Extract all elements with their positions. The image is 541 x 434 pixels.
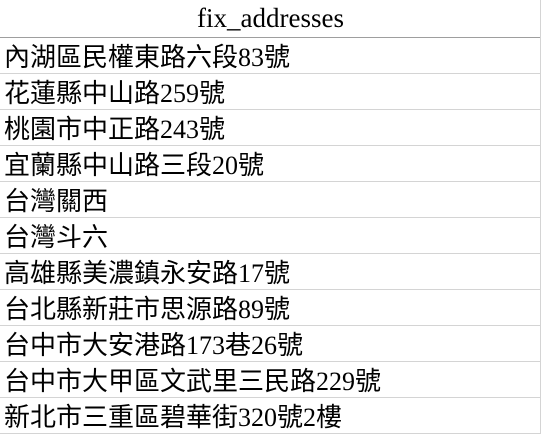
- cell-list: 內湖區民權東路六段83號 花蓮縣中山路259號 桃園市中正路243號 宜蘭縣中山…: [0, 38, 541, 434]
- cell[interactable]: 台灣斗六: [0, 218, 541, 254]
- cell-value: 花蓮縣中山路259號: [4, 79, 226, 108]
- cell[interactable]: 桃園市中正路243號: [0, 110, 541, 146]
- cell[interactable]: 宜蘭縣中山路三段20號: [0, 146, 541, 182]
- cell[interactable]: 台中市大安港路173巷26號: [0, 326, 541, 362]
- cell-value: 高雄縣美濃鎮永安路17號: [4, 259, 291, 288]
- cell[interactable]: 台灣關西: [0, 182, 541, 218]
- spreadsheet-column: fix_addresses 內湖區民權東路六段83號 花蓮縣中山路259號 桃園…: [0, 0, 541, 434]
- column-header-cell[interactable]: fix_addresses: [0, 0, 541, 38]
- cell-value: 桃園市中正路243號: [4, 115, 226, 144]
- cell-value: 內湖區民權東路六段83號: [4, 43, 291, 72]
- cell[interactable]: 台北縣新莊市思源路89號: [0, 290, 541, 326]
- cell-value: 台灣斗六: [4, 223, 109, 252]
- cell[interactable]: 新北市三重區碧華街320號2樓: [0, 398, 541, 434]
- cell-value: 台灣關西: [4, 187, 109, 216]
- cell[interactable]: 內湖區民權東路六段83號: [0, 38, 541, 74]
- cell[interactable]: 花蓮縣中山路259號: [0, 74, 541, 110]
- cell[interactable]: 台中市大甲區文武里三民路229號: [0, 362, 541, 398]
- cell-value: 台中市大甲區文武里三民路229號: [4, 367, 382, 396]
- cell-value: 新北市三重區碧華街320號2樓: [4, 403, 343, 432]
- cell[interactable]: 高雄縣美濃鎮永安路17號: [0, 254, 541, 290]
- column-header-label: fix_addresses: [197, 3, 344, 33]
- cell-value: 宜蘭縣中山路三段20號: [4, 151, 265, 180]
- cell-value: 台中市大安港路173巷26號: [4, 331, 304, 360]
- cell-value: 台北縣新莊市思源路89號: [4, 295, 291, 324]
